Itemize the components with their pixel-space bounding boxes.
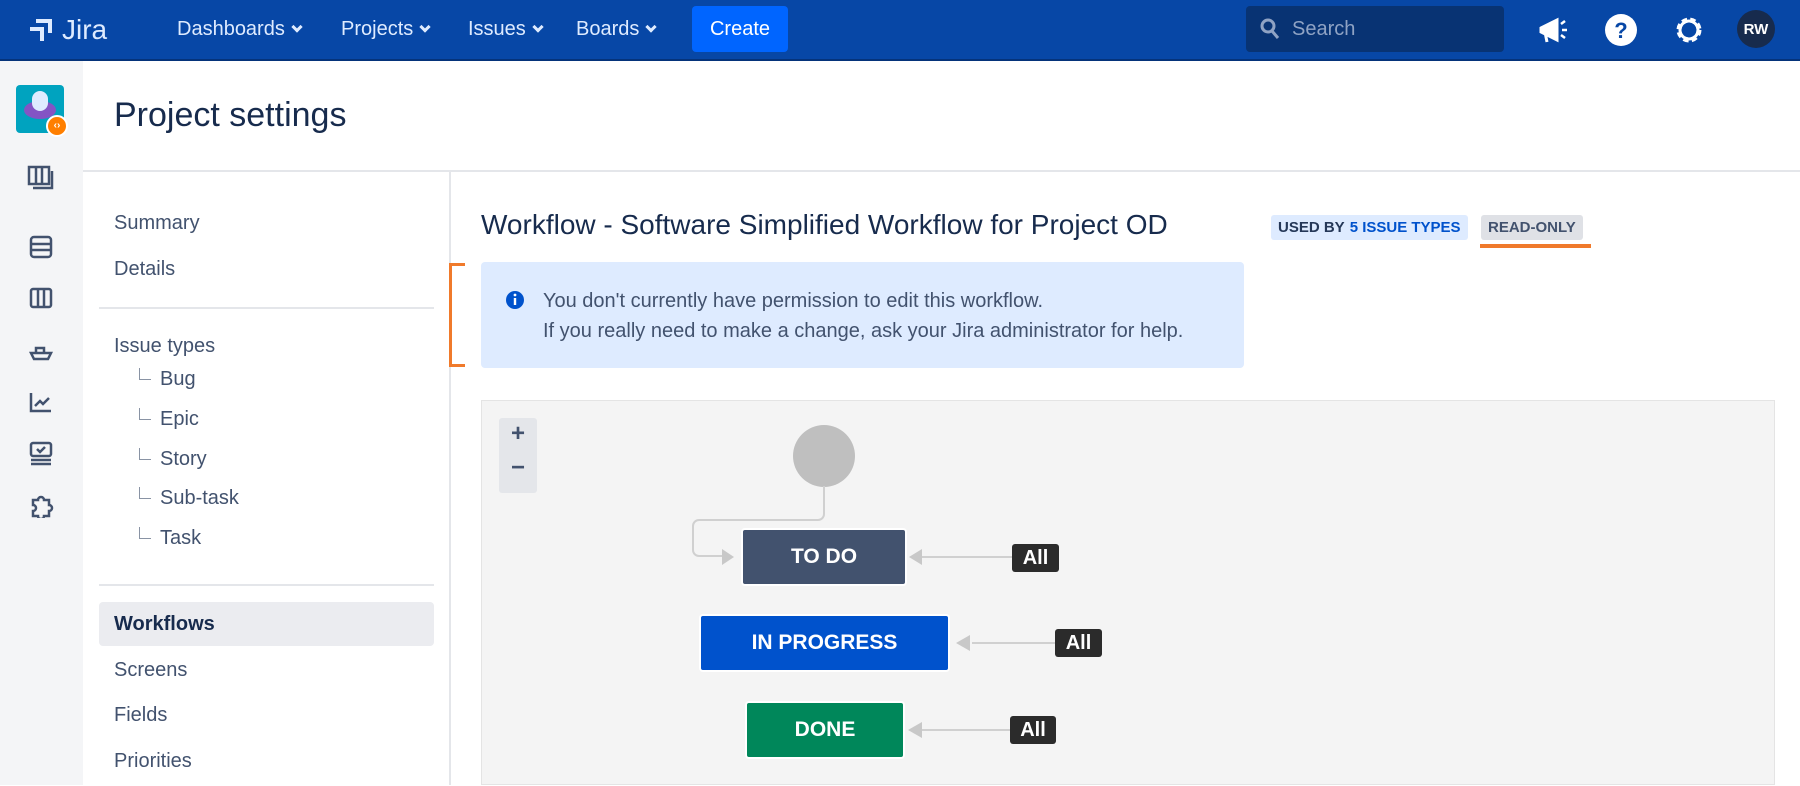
jira-logo-icon [30, 19, 52, 41]
sidebar-item-sub-task[interactable]: Sub-task [160, 487, 239, 510]
nav-projects[interactable]: Projects [341, 18, 431, 41]
divider [99, 584, 434, 586]
search-icon [1260, 18, 1280, 39]
divider [99, 307, 434, 309]
status-done[interactable]: DONE [745, 701, 905, 759]
sidebar-item-fields[interactable]: Fields [114, 704, 167, 727]
tree-line [139, 408, 151, 420]
global-transition-todo[interactable]: All [1012, 544, 1059, 572]
nav-label: Boards [576, 18, 640, 40]
permission-info-message: You don't currently have permission to e… [481, 262, 1244, 368]
nav-dashboards[interactable]: Dashboards [177, 18, 303, 41]
create-button[interactable]: Create [692, 6, 788, 52]
nav-issues[interactable]: Issues [468, 18, 544, 41]
releases-ship-icon[interactable] [24, 333, 58, 367]
issue-types-link[interactable]: 5 ISSUE TYPES [1350, 219, 1461, 236]
backlog-icon[interactable] [24, 230, 58, 264]
addons-puzzle-icon[interactable] [24, 488, 58, 522]
tree-line [139, 527, 151, 539]
jira-logo[interactable]: Jira [28, 14, 107, 46]
workflow-diagram[interactable]: + − TO DO IN PROGRESS DONE All All All [481, 400, 1775, 785]
status-todo[interactable]: TO DO [741, 528, 907, 586]
nav-boards[interactable]: Boards [576, 18, 658, 41]
info-line-1: You don't currently have permission to e… [543, 290, 1043, 312]
sidebar-item-story[interactable]: Story [160, 448, 207, 471]
chevron-down-icon [291, 21, 303, 33]
used-by-badge: USED BY 5 ISSUE TYPES [1271, 215, 1468, 240]
search-input[interactable]: Search [1246, 6, 1504, 52]
arrow-head [722, 549, 734, 565]
sidebar-item-epic[interactable]: Epic [160, 408, 199, 431]
tree-line [139, 487, 151, 499]
project-avatar[interactable]: ‹› [16, 85, 68, 137]
info-line-2: If you really need to make a change, ask… [543, 320, 1184, 342]
logo-text: Jira [62, 14, 108, 45]
code-badge-icon: ‹› [46, 115, 68, 137]
settings-gear-icon[interactable] [1671, 12, 1707, 48]
arrow-head [909, 549, 922, 565]
read-only-badge: READ-ONLY [1481, 215, 1583, 240]
sidebar-item-workflows[interactable]: Workflows [114, 613, 215, 636]
arrow-head [908, 722, 922, 738]
used-by-label: USED BY [1278, 219, 1345, 236]
nav-label: Issues [468, 18, 526, 40]
divider [83, 170, 1800, 172]
highlight-underline [1480, 244, 1591, 248]
avatar[interactable]: RW [1737, 10, 1775, 48]
tree-line [139, 368, 151, 380]
sidebar-item-bug[interactable]: Bug [160, 368, 196, 391]
top-navigation: Jira Dashboards Projects Issues Boards C… [0, 0, 1800, 61]
svg-text:?: ? [1614, 18, 1627, 43]
page-title: Project settings [114, 96, 347, 134]
sidebar-item-task[interactable]: Task [160, 527, 201, 550]
highlight-bracket [449, 263, 465, 367]
chevron-down-icon [419, 21, 431, 33]
global-transition-in-progress[interactable]: All [1055, 629, 1102, 657]
info-icon [506, 291, 524, 309]
help-icon[interactable]: ? [1603, 12, 1639, 48]
search-placeholder: Search [1292, 17, 1356, 40]
tree-line [139, 448, 151, 460]
status-in-progress[interactable]: IN PROGRESS [699, 614, 950, 672]
board-icon[interactable] [24, 281, 58, 315]
project-rail: ‹› [0, 61, 83, 785]
notifications-megaphone-icon[interactable] [1535, 12, 1571, 48]
reports-chart-icon[interactable] [24, 385, 58, 419]
chevron-down-icon [532, 21, 544, 33]
sidebar-item-summary[interactable]: Summary [114, 212, 200, 235]
chevron-down-icon [645, 21, 658, 33]
global-transition-done[interactable]: All [1010, 716, 1056, 744]
nav-label: Projects [341, 18, 414, 40]
nav-label: Dashboards [177, 18, 285, 40]
sidebar-item-priorities[interactable]: Priorities [114, 750, 192, 773]
sidebar-item-details[interactable]: Details [114, 258, 175, 281]
arrow-head [956, 635, 970, 651]
backlog-board-icon[interactable] [24, 161, 58, 195]
initial-state-circle [793, 425, 855, 487]
workflow-title: Workflow - Software Simplified Workflow … [481, 209, 1168, 240]
sidebar-item-screens[interactable]: Screens [114, 659, 187, 682]
issues-icon[interactable] [24, 436, 58, 470]
transition-lines [692, 425, 1055, 738]
sidebar-item-issue-types[interactable]: Issue types [114, 335, 215, 358]
